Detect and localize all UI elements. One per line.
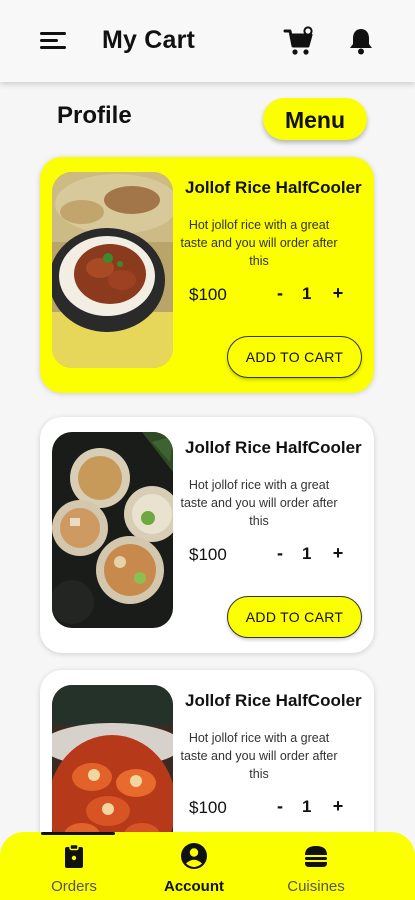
nav-cuisines[interactable]: Cuisines [256, 832, 376, 900]
menu-icon[interactable] [40, 30, 68, 52]
increase-quantity-button[interactable]: + [330, 543, 346, 564]
item-name: Jollof Rice HalfCooler [185, 691, 362, 710]
item-description: Hot jollof rice with a great taste and y… [180, 731, 338, 781]
app-bar: My Cart [0, 0, 415, 82]
add-to-cart-button[interactable]: ADD TO CART [227, 596, 362, 638]
cart-item-card[interactable]: Jollof Rice HalfCooler Hot jollof rice w… [40, 417, 374, 653]
nav-orders[interactable]: Orders [14, 832, 134, 900]
menu-button[interactable]: Menu [263, 98, 367, 140]
quantity-value: 1 [302, 797, 312, 816]
increase-quantity-button[interactable]: + [330, 283, 346, 304]
decrease-quantity-button[interactable]: - [272, 796, 288, 817]
cart-content: Profile Menu Jollof Rice HalfCooler Hot … [0, 82, 415, 900]
decrease-quantity-button[interactable]: - [272, 283, 288, 304]
item-price: $100 [189, 798, 227, 817]
page-title: My Cart [102, 26, 196, 54]
nav-label: Cuisines [287, 878, 345, 895]
nav-account[interactable]: Account [134, 832, 254, 900]
increase-quantity-button[interactable]: + [330, 796, 346, 817]
section-title: Profile [57, 102, 132, 129]
add-to-cart-button[interactable]: ADD TO CART [227, 336, 362, 378]
nav-label: Orders [51, 878, 97, 895]
orders-icon [65, 843, 83, 868]
notification-bell-icon[interactable] [346, 26, 376, 56]
bottom-navigation: Orders Account Cuisines [0, 832, 415, 900]
item-name: Jollof Rice HalfCooler [185, 178, 362, 197]
item-description: Hot jollof rice with a great taste and y… [180, 478, 338, 528]
burger-icon [305, 846, 327, 867]
decrease-quantity-button[interactable]: - [272, 543, 288, 564]
item-price: $100 [189, 545, 227, 564]
food-image [52, 432, 173, 628]
item-price: $100 [189, 285, 227, 304]
nav-label: Account [164, 878, 224, 895]
cart-item-card[interactable]: Jollof Rice HalfCooler Hot jollof rice w… [40, 157, 374, 393]
quantity-value: 1 [302, 544, 312, 563]
cart-icon[interactable] [283, 26, 315, 58]
item-description: Hot jollof rice with a great taste and y… [180, 218, 338, 268]
item-name: Jollof Rice HalfCooler [185, 438, 362, 457]
account-icon [181, 843, 207, 869]
food-image [52, 172, 173, 368]
quantity-value: 1 [302, 284, 312, 303]
